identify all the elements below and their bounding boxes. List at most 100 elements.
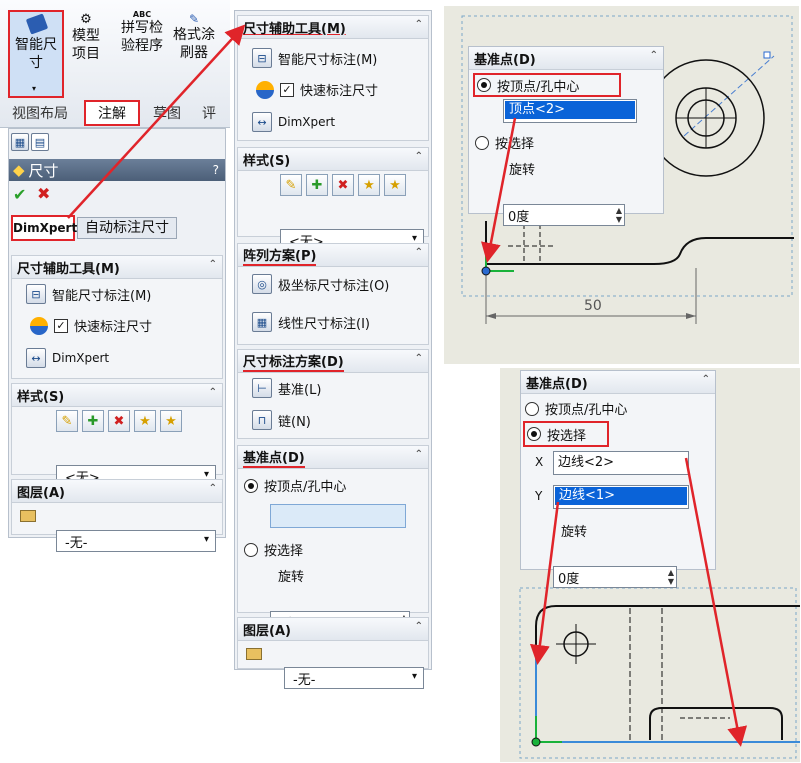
- select-text: 按选择: [495, 137, 535, 152]
- dimension-value[interactable]: 50: [584, 298, 602, 314]
- polar-dimension-item[interactable]: ◎ 极坐标尺寸标注(O): [252, 274, 389, 294]
- delete-style-icon[interactable]: ✖: [332, 174, 354, 196]
- vertex-selection-box[interactable]: [270, 504, 406, 528]
- mid-tools-section: 尺寸辅助工具(M) ⌃ ⊟ 智能尺寸标注(M) ✓ 快速标注尺寸 ↔ DimXpert: [237, 15, 429, 141]
- collapse-icon[interactable]: ⌃: [415, 621, 423, 632]
- layer-value: -无-: [293, 672, 316, 688]
- rotate-spinbox[interactable]: 0度 ▲▼: [553, 566, 677, 588]
- collapse-icon[interactable]: ⌃: [415, 449, 423, 460]
- rotate-label: 旋转: [509, 163, 536, 178]
- vertex-radio[interactable]: [244, 478, 258, 493]
- tab-evaluate[interactable]: 评: [194, 103, 224, 123]
- linear-dimension-text: 线性尺寸标注(I): [278, 316, 370, 332]
- collapse-icon[interactable]: ⌃: [650, 50, 658, 61]
- vertex-text: 按顶点/孔中心: [497, 79, 580, 95]
- vertex-radio[interactable]: [477, 78, 491, 92]
- y-edge-selected-item[interactable]: 边线<1>: [555, 487, 687, 505]
- rotate-spinbox[interactable]: 0度 ▲▼: [503, 204, 625, 226]
- left-style-section: 样式(S) ⌃ ✎ ✚ ✖ ★ ★ <无> ▾: [11, 383, 223, 487]
- save-style-icon[interactable]: ★: [358, 174, 380, 196]
- x-edge-field[interactable]: 边线<2>: [553, 451, 689, 475]
- collapse-icon[interactable]: ⌃: [415, 247, 423, 258]
- collapse-icon[interactable]: ⌃: [415, 353, 423, 364]
- collapse-icon[interactable]: ⌃: [209, 387, 217, 398]
- pm-title-bar: ◆ 尺寸 ?: [9, 159, 225, 181]
- baseline-text: 基准(L): [278, 382, 322, 398]
- vertex-selection-box[interactable]: 顶点<2>: [503, 99, 637, 123]
- y-edge-field[interactable]: 边线<1>: [553, 485, 689, 509]
- part-outline: [485, 221, 794, 265]
- delete-style-icon[interactable]: ✖: [108, 410, 130, 432]
- feature-tree-icon[interactable]: ▦: [11, 133, 29, 151]
- origin-point: [481, 266, 491, 276]
- smart-dimension-item[interactable]: ⊟ 智能尺寸标注(M): [26, 284, 151, 304]
- ribbon-tabs: 视图布局 注解 草图 评: [8, 100, 224, 126]
- vertex-radio[interactable]: [525, 401, 539, 416]
- tab-auto-dimension[interactable]: 自动标注尺寸: [77, 217, 177, 239]
- dimxpert-item[interactable]: ↔ DimXpert: [252, 112, 335, 132]
- save-style-icon[interactable]: ★: [134, 410, 156, 432]
- dropdown-arrow-icon[interactable]: ▾: [32, 84, 36, 93]
- x-label: X: [535, 455, 544, 469]
- ok-icon[interactable]: ✔: [13, 185, 26, 204]
- collapse-icon[interactable]: ⌃: [415, 151, 423, 162]
- bottom-right-drawing-view: 基准点(D) ⌃ 按顶点/孔中心 按选择 X 边线<2> Y 边线<1> 旋转 0…: [500, 368, 800, 762]
- quick-dimension-item[interactable]: ✓ 快速标注尺寸: [30, 316, 152, 335]
- vertex-selected-item[interactable]: 顶点<2>: [505, 101, 635, 119]
- smart-dimension-icon: ⊟: [26, 284, 46, 304]
- select-radio[interactable]: [527, 427, 541, 441]
- layer-select[interactable]: -无- ▾: [284, 667, 424, 689]
- spinner-icon[interactable]: ▲▼: [668, 568, 674, 586]
- vertex-option[interactable]: 按顶点/孔中心: [473, 73, 621, 97]
- load-style-icon[interactable]: ★: [384, 174, 406, 196]
- add-style-icon[interactable]: ✚: [82, 410, 104, 432]
- tab-view-layout[interactable]: 视图布局: [8, 103, 84, 123]
- tab-annotation[interactable]: 注解: [84, 100, 140, 126]
- collapse-icon[interactable]: ⌃: [209, 483, 217, 494]
- select-radio[interactable]: [475, 135, 489, 150]
- vertex-option[interactable]: 按顶点/孔中心: [244, 476, 346, 495]
- collapse-icon[interactable]: ⌃: [702, 374, 710, 385]
- apply-style-icon[interactable]: ✎: [280, 174, 302, 196]
- dimxpert-item[interactable]: ↔ DimXpert: [26, 348, 109, 368]
- smart-dimension-item[interactable]: ⊟ 智能尺寸标注(M): [252, 48, 377, 68]
- collapse-icon[interactable]: ⌃: [209, 259, 217, 270]
- linear-dimension-icon: ▦: [252, 312, 272, 332]
- linear-dimension-item[interactable]: ▦ 线性尺寸标注(I): [252, 312, 370, 332]
- chain-item[interactable]: ⊓ 链(N): [252, 410, 311, 430]
- view-boundary: [519, 587, 797, 759]
- apply-style-icon[interactable]: ✎: [56, 410, 78, 432]
- model-items-label: 模型项目: [72, 28, 100, 62]
- add-style-icon[interactable]: ✚: [306, 174, 328, 196]
- property-manager-icon[interactable]: ▤: [31, 133, 49, 151]
- baseline-item[interactable]: ⊢ 基准(L): [252, 378, 321, 398]
- cancel-icon[interactable]: ✖: [37, 184, 50, 203]
- select-option[interactable]: 按选择: [244, 540, 303, 559]
- format-painter-button[interactable]: ✎ 格式涂刷器: [170, 12, 218, 62]
- datum-header: 基准点(D): [526, 376, 588, 392]
- smart-dimension-text: 智能尺寸标注(M): [52, 288, 152, 304]
- spinner-icon[interactable]: ▲▼: [616, 206, 622, 224]
- quick-dim-text: 快速标注尺寸: [300, 84, 379, 99]
- help-icon[interactable]: ?: [213, 163, 219, 177]
- collapse-icon[interactable]: ⌃: [415, 19, 423, 30]
- layer-select[interactable]: -无- ▾: [56, 530, 216, 552]
- select-option[interactable]: 按选择: [523, 421, 609, 447]
- spell-check-label: 拼写检验程序: [121, 20, 163, 54]
- quick-dimension-item[interactable]: ✓ 快速标注尺寸: [256, 80, 378, 99]
- vertex-option[interactable]: 按顶点/孔中心: [525, 399, 627, 418]
- tab-dimxpert[interactable]: DimXpert: [11, 215, 77, 241]
- y-label: Y: [535, 489, 543, 503]
- mid-scheme-section: 尺寸标注方案(D) ⌃ ⊢ 基准(L) ⊓ 链(N): [237, 349, 429, 439]
- select-option[interactable]: 按选择: [475, 133, 534, 152]
- quick-dim-icon: [30, 316, 48, 335]
- quick-dim-checkbox[interactable]: ✓: [54, 318, 68, 333]
- tab-sketch[interactable]: 草图: [140, 103, 194, 123]
- model-items-button[interactable]: ⚙ 模型项目: [66, 12, 106, 63]
- spell-check-button[interactable]: ABC 拼写检验程序: [118, 10, 166, 55]
- smart-dimension-button[interactable]: 智能尺寸 ▾: [8, 10, 64, 98]
- dim-arrow-left: [486, 313, 496, 319]
- quick-dim-checkbox[interactable]: ✓: [280, 82, 294, 97]
- select-radio[interactable]: [244, 542, 258, 557]
- load-style-icon[interactable]: ★: [160, 410, 182, 432]
